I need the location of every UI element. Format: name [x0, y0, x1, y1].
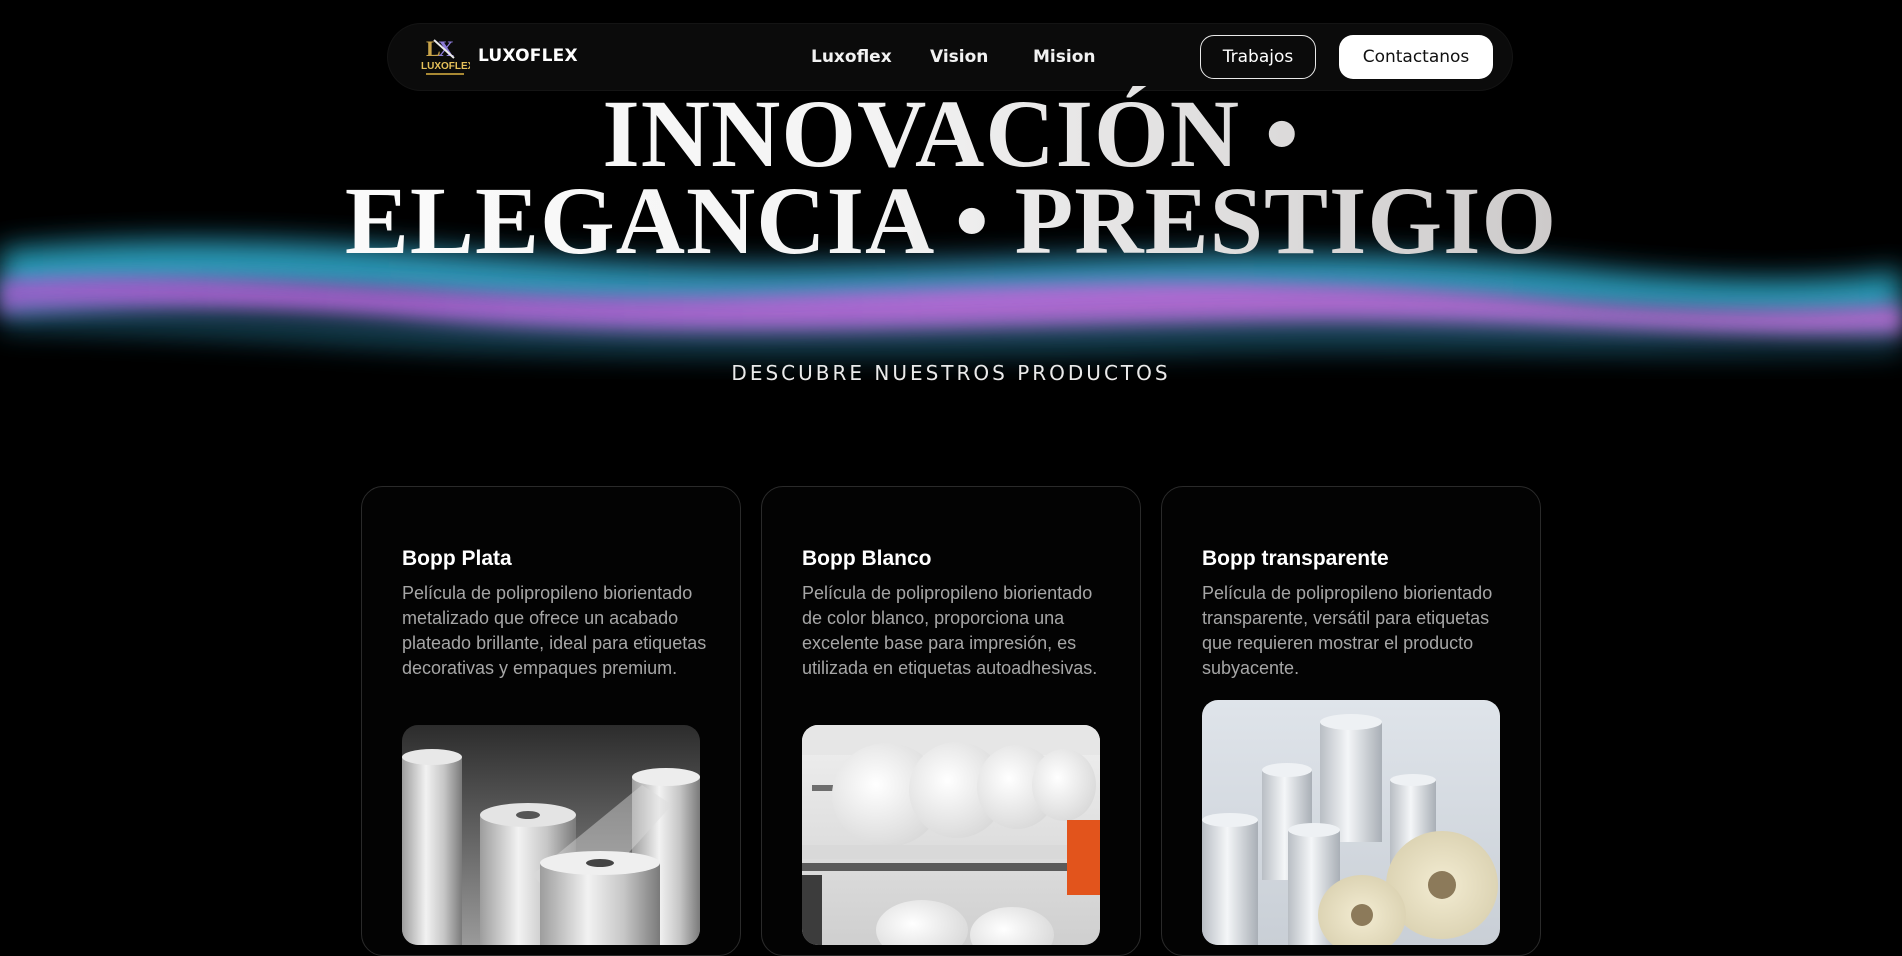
product-title: Bopp Blanco	[802, 547, 932, 570]
product-card-bopp-transparente[interactable]: Bopp transparente Película de polipropil…	[1161, 486, 1541, 956]
product-title: Bopp transparente	[1202, 547, 1389, 570]
product-description: Película de polipropileno biorientado tr…	[1202, 583, 1493, 678]
product-description: Película de polipropileno biorientado me…	[402, 583, 707, 678]
svg-text:X: X	[438, 36, 454, 61]
product-title: Bopp Plata	[402, 547, 512, 570]
product-card-bopp-blanco[interactable]: Bopp Blanco Película de polipropileno bi…	[761, 486, 1141, 956]
luxoflex-logo-icon[interactable]: L X LUXOFLEX	[420, 36, 470, 80]
hero-subtitle: DESCUBRE NUESTROS PRODUCTOS	[731, 361, 1171, 385]
white-film-rolls-image	[802, 725, 1100, 945]
hero-title-line-2: ELEGANCIA • PRESTIGIO	[0, 173, 1902, 269]
contactanos-button[interactable]: Contactanos	[1339, 35, 1493, 79]
silver-film-rolls-image	[402, 725, 700, 945]
svg-text:LUXOFLEX: LUXOFLEX	[421, 61, 470, 72]
trabajos-button[interactable]: Trabajos	[1200, 35, 1316, 79]
brand-name[interactable]: LUXOFLEX	[478, 46, 578, 66]
nav-link-mision[interactable]: Mision	[1033, 47, 1095, 67]
product-description: Película de polipropileno biorientado de…	[802, 583, 1098, 678]
nav-link-luxoflex[interactable]: Luxoflex	[811, 47, 892, 67]
nav-link-vision[interactable]: Vision	[930, 47, 988, 67]
product-card-bopp-plata[interactable]: Bopp Plata Película de polipropileno bio…	[361, 486, 741, 956]
transparent-film-rolls-image	[1202, 700, 1500, 945]
